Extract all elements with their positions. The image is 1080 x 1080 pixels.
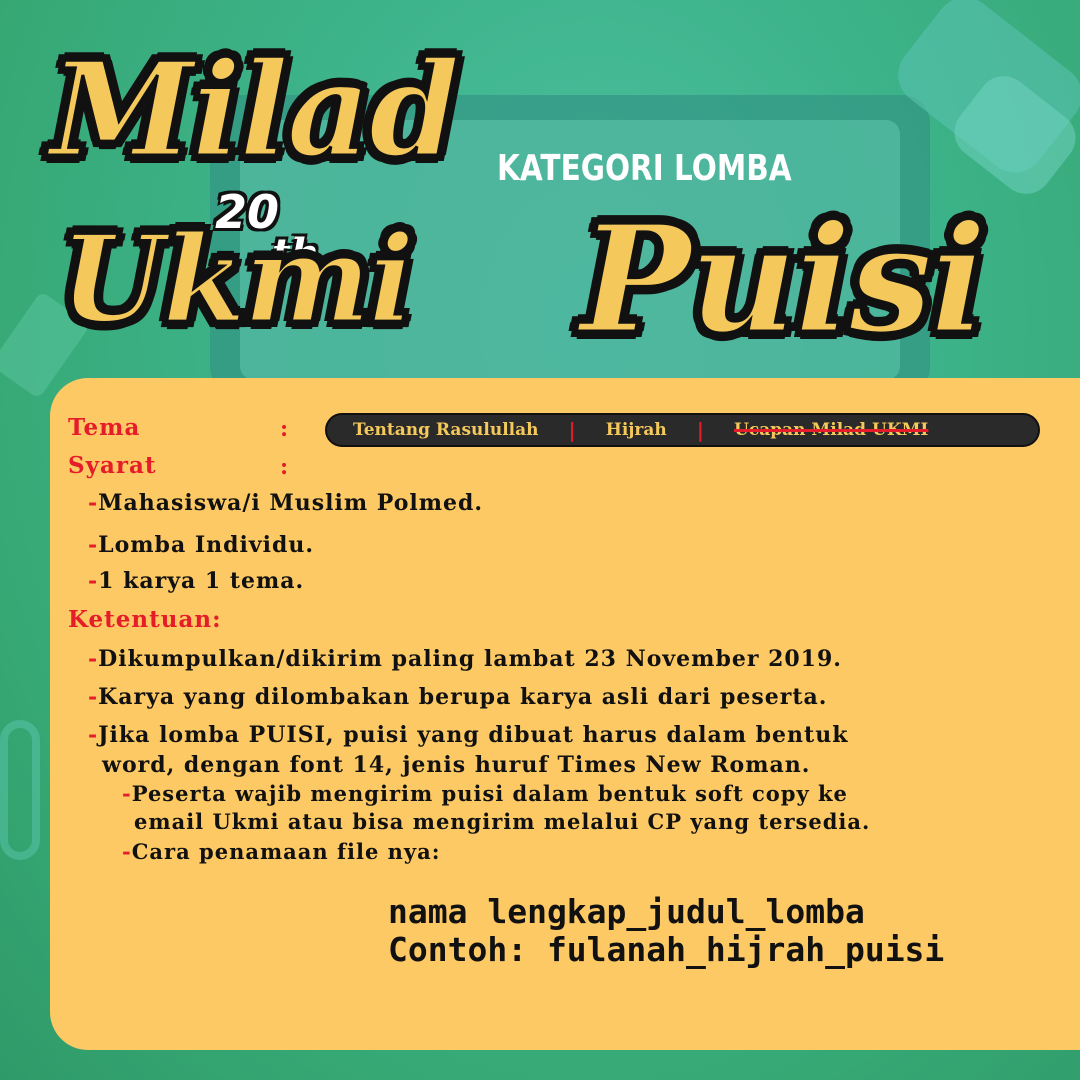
dash-marker: - bbox=[88, 532, 99, 558]
ketentuan-sub-item: -Peserta wajib mengirim puisi dalam bent… bbox=[122, 781, 848, 806]
tema-separator: | bbox=[568, 418, 576, 442]
tema-option-rasulullah: Tentang Rasulullah bbox=[353, 420, 539, 440]
ketentuan-item-continuation: word, dengan font 14, jenis huruf Times … bbox=[102, 752, 811, 778]
ketentuan-item: -Karya yang dilombakan berupa karya asli… bbox=[88, 684, 828, 710]
ketentuan-label: Ketentuan: bbox=[68, 606, 222, 633]
ketentuan-sub-item: -Cara penamaan file nya: bbox=[122, 839, 441, 864]
tema-option-ucapan-milad: Ucapan Milad UKMI bbox=[734, 420, 929, 440]
kategori-heading: KATEGORI LOMBA bbox=[497, 148, 792, 189]
syarat-colon: : bbox=[280, 454, 289, 480]
dash-marker: - bbox=[88, 646, 99, 672]
filename-format-block: nama lengkap_judul_lomba Contoh: fulanah… bbox=[388, 893, 944, 969]
milad-logo: Milad 20 th Ukmi bbox=[40, 43, 462, 375]
dash-marker: - bbox=[122, 839, 132, 864]
dash-marker: - bbox=[88, 722, 99, 748]
logo-ukmi-text: Ukmi bbox=[58, 209, 415, 350]
ketentuan-item: -Dikumpulkan/dikirim paling lambat 23 No… bbox=[88, 646, 842, 672]
syarat-item: -1 karya 1 tema. bbox=[88, 568, 305, 594]
syarat-item: -Mahasiswa/i Muslim Polmed. bbox=[88, 490, 484, 516]
filename-example: Contoh: fulanah_hijrah_puisi bbox=[388, 930, 945, 969]
tema-colon: : bbox=[280, 416, 289, 442]
ketentuan-sub-item-continuation: email Ukmi atau bisa mengirim melalui CP… bbox=[134, 809, 871, 834]
ketentuan-item: -Jika lomba PUISI, puisi yang dibuat har… bbox=[88, 722, 849, 748]
category-title: Puisi bbox=[579, 192, 989, 366]
tema-separator: | bbox=[696, 418, 705, 442]
tema-label: Tema bbox=[68, 414, 141, 441]
filename-format: nama lengkap_judul_lomba bbox=[388, 892, 865, 931]
logo-milad-text: Milad bbox=[49, 33, 462, 186]
background-paperclip-shape bbox=[0, 720, 40, 860]
tema-option-hijrah: Hijrah bbox=[605, 420, 667, 440]
tema-options-bar: Tentang Rasulullah | Hijrah | Ucapan Mil… bbox=[325, 413, 1040, 447]
dash-marker: - bbox=[122, 781, 132, 806]
syarat-label: Syarat bbox=[68, 452, 157, 479]
dash-marker: - bbox=[88, 490, 99, 516]
dash-marker: - bbox=[88, 568, 99, 594]
dash-marker: - bbox=[88, 684, 99, 710]
syarat-item: -Lomba Individu. bbox=[88, 532, 315, 558]
